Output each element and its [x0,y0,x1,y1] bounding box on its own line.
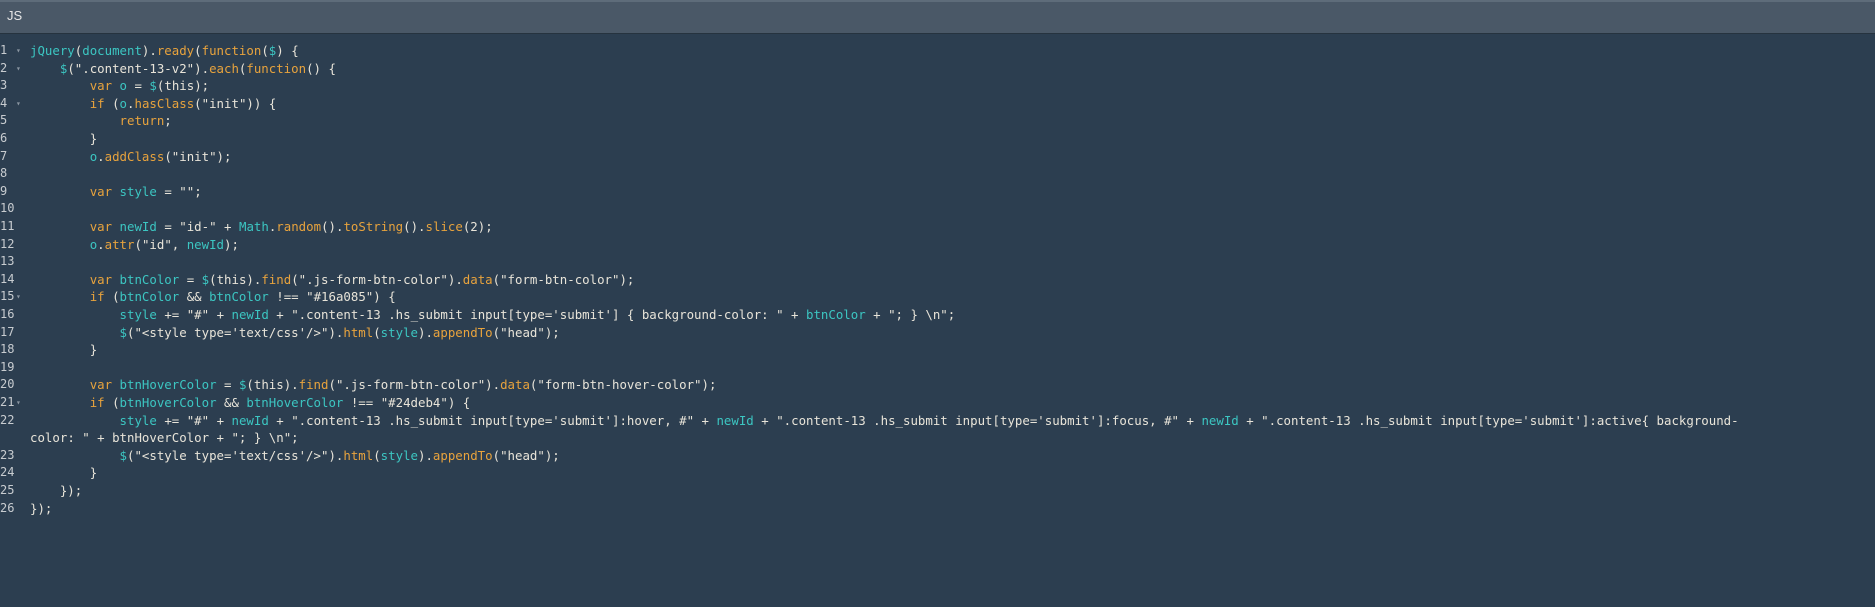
panel-header: JS [0,0,1875,34]
code-editor-panel: JS 1 ▾ jQuery(document).ready(function($) … [0,0,1875,607]
code-text: }); [30,500,53,516]
panel-title: JS [7,8,23,23]
code-line[interactable]: 26}); [0,498,1875,519]
code-area[interactable]: 1 ▾ jQuery(document).ready(function($) {2 ▾… [0,40,1875,607]
line-number: 26 [0,500,15,515]
